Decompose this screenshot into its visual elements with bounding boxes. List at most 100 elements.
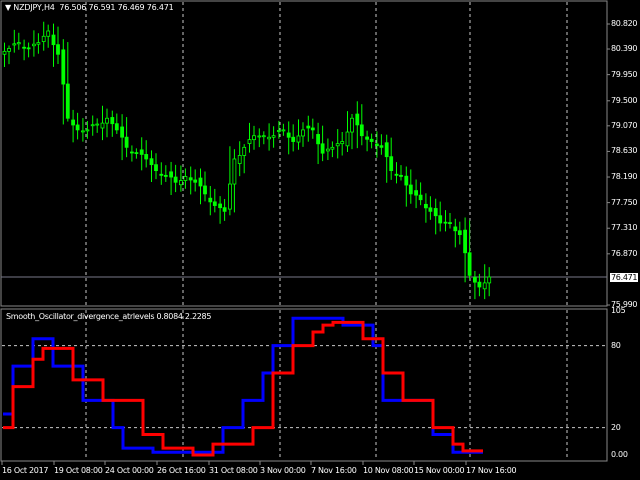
price-axis-label: 80.820: [611, 19, 638, 28]
candle-body: [267, 136, 272, 140]
candle-body: [16, 42, 21, 45]
time-axis-label: 31 Oct 08:00: [209, 466, 258, 475]
candle-body: [271, 135, 276, 138]
time-axis-label: 24 Oct 00:00: [105, 466, 154, 475]
candle-body: [65, 83, 70, 119]
candle-body: [359, 124, 364, 137]
candle-body: [222, 207, 227, 212]
candle-body: [46, 30, 51, 37]
candle-body: [208, 197, 213, 203]
candle-body: [232, 158, 237, 185]
candle-body: [335, 143, 340, 147]
candle-body: [281, 129, 286, 132]
candle-body: [178, 180, 183, 186]
candle-body: [414, 190, 419, 196]
candle-body: [296, 135, 301, 143]
candle-body: [286, 132, 291, 138]
time-axis-label: 17 Nov 16:00: [466, 466, 517, 475]
candle-body: [301, 129, 305, 137]
candle-body: [159, 173, 164, 176]
price-axis-label: 77.310: [611, 223, 638, 233]
candle-body: [438, 215, 443, 224]
price-axis-label: 79.070: [611, 120, 638, 130]
candle-body: [448, 222, 452, 224]
time-axis-label: 3 Nov 00:00: [260, 466, 306, 475]
time-axis-label: 7 Nov 16:00: [311, 466, 357, 475]
chart-canvas[interactable]: [0, 0, 640, 480]
candle-body: [2, 50, 7, 55]
candle-body: [61, 49, 66, 85]
candle-body: [487, 276, 492, 284]
candle-body: [26, 47, 31, 50]
candle-body: [276, 130, 281, 132]
candle-body: [144, 154, 149, 160]
candle-body: [90, 124, 95, 127]
time-axis-label: 15 Nov 00:00: [414, 466, 465, 475]
candle-body: [32, 43, 36, 47]
candle-body: [345, 131, 350, 147]
price-axis-label: 79.950: [611, 69, 638, 79]
candle-body: [129, 151, 134, 154]
candle-body: [188, 177, 193, 181]
candle-body: [105, 117, 109, 124]
time-axis-label: 10 Nov 08:00: [363, 466, 414, 475]
candle-body: [477, 281, 482, 288]
candle-body: [193, 179, 198, 183]
candle-body: [173, 176, 178, 183]
candle-body: [355, 113, 360, 126]
candle-body: [203, 185, 207, 195]
candle-body: [139, 149, 144, 155]
candle-body: [379, 145, 384, 148]
candle-body: [291, 136, 296, 142]
candle-body: [428, 207, 433, 212]
candle-body: [12, 43, 17, 46]
candle-body: [41, 35, 46, 42]
candle-body: [120, 126, 124, 138]
candle-body: [443, 221, 448, 224]
candle-body: [404, 175, 409, 186]
main-panel-frame: [0, 0, 608, 307]
price-axis-label: 76.870: [611, 248, 638, 258]
candle-body: [247, 139, 252, 144]
candle-body: [472, 276, 477, 283]
candle-body: [237, 155, 242, 164]
candle-body: [218, 203, 223, 209]
red-oscillator-line: [3, 320, 483, 457]
candle-body: [149, 158, 154, 166]
price-axis-label: 77.750: [611, 197, 638, 207]
candle-body: [399, 174, 403, 177]
chart-header: ▼ NZDJPY,H4 76.506 76.591 76.469 76.471: [5, 3, 174, 12]
ohlc-values: 76.506 76.591 76.469 76.471: [59, 3, 174, 12]
candle-body: [389, 156, 394, 172]
candle-body: [36, 42, 41, 45]
candle-body: [457, 230, 462, 236]
price-axis-label: 78.630: [611, 146, 638, 156]
oscillator-axis-label: 20: [611, 422, 621, 432]
time-axis-label: 19 Oct 08:00: [54, 466, 103, 475]
candle-body: [114, 123, 119, 131]
price-axis-label: 78.190: [611, 172, 638, 182]
oscillator-axis-label: 105: [611, 306, 626, 316]
candle-body: [75, 124, 80, 131]
candle-body: [22, 46, 27, 49]
oscillator-title: Smooth_Oscillator_divergence_atrlevels 0…: [6, 312, 212, 321]
candle-body: [100, 122, 105, 129]
price-axis-label: 80.390: [611, 44, 638, 54]
candle-body: [134, 152, 139, 154]
candle-body: [212, 201, 217, 206]
candle-body: [453, 226, 458, 232]
candle-body: [124, 136, 129, 148]
candle-body: [183, 176, 188, 181]
candle-body: [110, 117, 115, 125]
candle-body: [85, 129, 90, 132]
symbol-label: NZDJPY,H4: [13, 3, 55, 12]
candle-body: [316, 134, 321, 145]
oscillator-panel-frame: [0, 308, 608, 462]
candle-body: [95, 123, 100, 126]
candle-body: [56, 44, 60, 55]
candle-body: [369, 138, 374, 142]
candle-body: [433, 208, 438, 217]
candle-body: [198, 177, 203, 187]
candle-body: [365, 136, 370, 140]
candle-body: [330, 146, 335, 150]
